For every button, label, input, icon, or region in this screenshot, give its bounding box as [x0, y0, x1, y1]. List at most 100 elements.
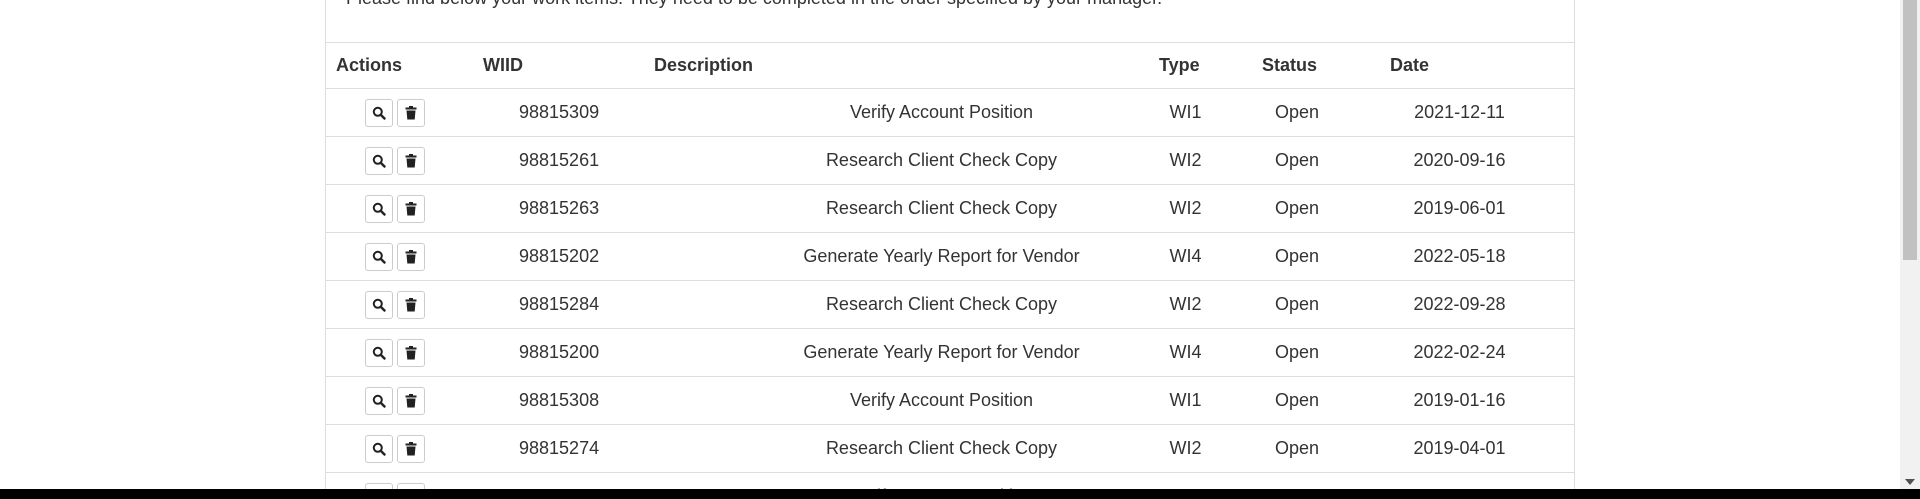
cell-type: WI4	[1159, 328, 1262, 377]
cell-wiid: 98815309	[483, 88, 654, 137]
search-icon	[372, 202, 386, 216]
cell-type: WI4	[1159, 232, 1262, 281]
row-actions	[326, 280, 483, 329]
cell-status: Open	[1262, 328, 1390, 377]
cell-wiid: 98815284	[483, 280, 654, 329]
search-icon	[372, 394, 386, 408]
cell-description: Research Client Check Copy	[654, 136, 1159, 185]
trash-icon	[405, 297, 417, 312]
cell-description: Verify Account Position	[654, 376, 1159, 425]
table-row: 98815263 Research Client Check Copy WI2 …	[326, 184, 1574, 233]
cell-date: 2022-09-28	[1390, 280, 1574, 329]
header-description: Description	[654, 42, 1159, 89]
cell-wiid: 98815202	[483, 232, 654, 281]
row-actions	[326, 232, 483, 281]
cell-status: Open	[1262, 376, 1390, 425]
delete-button[interactable]	[396, 194, 425, 223]
search-icon	[372, 250, 386, 264]
delete-button[interactable]	[396, 434, 425, 463]
delete-button[interactable]	[396, 386, 425, 415]
work-items-panel: Please find below your work items. They …	[325, 0, 1575, 499]
cell-type: WI2	[1159, 424, 1262, 473]
vertical-scrollbar[interactable]	[1900, 0, 1920, 489]
delete-button[interactable]	[396, 338, 425, 367]
view-button[interactable]	[364, 98, 393, 127]
trash-icon	[405, 105, 417, 120]
trash-icon	[405, 345, 417, 360]
header-date: Date	[1390, 42, 1574, 89]
cell-description: Generate Yearly Report for Vendor	[654, 328, 1159, 377]
cell-status: Open	[1262, 232, 1390, 281]
row-actions	[326, 424, 483, 473]
trash-icon	[405, 201, 417, 216]
row-actions	[326, 136, 483, 185]
trash-icon	[405, 153, 417, 168]
table-row: 98815202 Generate Yearly Report for Vend…	[326, 232, 1574, 281]
cell-date: 2022-05-18	[1390, 232, 1574, 281]
search-icon	[372, 298, 386, 312]
intro-text: Please find below your work items. They …	[346, 0, 1162, 9]
cell-status: Open	[1262, 88, 1390, 137]
scroll-down-arrow-icon[interactable]	[1905, 479, 1915, 485]
bottom-edge-bar	[0, 489, 1920, 499]
cell-date: 2019-06-01	[1390, 184, 1574, 233]
row-actions	[326, 184, 483, 233]
cell-description: Verify Account Position	[654, 88, 1159, 137]
view-button[interactable]	[364, 146, 393, 175]
header-actions: Actions	[326, 42, 483, 89]
view-button[interactable]	[364, 242, 393, 271]
cell-description: Research Client Check Copy	[654, 184, 1159, 233]
header-status: Status	[1262, 42, 1390, 89]
cell-status: Open	[1262, 424, 1390, 473]
cell-type: WI2	[1159, 136, 1262, 185]
cell-type: WI2	[1159, 280, 1262, 329]
cell-date: 2019-01-16	[1390, 376, 1574, 425]
cell-date: 2022-02-24	[1390, 328, 1574, 377]
scrollbar-thumb[interactable]	[1903, 0, 1917, 260]
viewport: Please find below your work items. They …	[0, 0, 1920, 499]
cell-type: WI1	[1159, 88, 1262, 137]
header-type: Type	[1159, 42, 1262, 89]
cell-date: 2021-12-11	[1390, 88, 1574, 137]
trash-icon	[405, 393, 417, 408]
cell-wiid: 98815200	[483, 328, 654, 377]
search-icon	[372, 442, 386, 456]
work-items-table: Actions WIID Description Type Status Dat…	[326, 42, 1574, 499]
cell-description: Research Client Check Copy	[654, 280, 1159, 329]
search-icon	[372, 106, 386, 120]
cell-date: 2019-04-01	[1390, 424, 1574, 473]
cell-status: Open	[1262, 184, 1390, 233]
view-button[interactable]	[364, 290, 393, 319]
row-actions	[326, 328, 483, 377]
trash-icon	[405, 249, 417, 264]
view-button[interactable]	[364, 386, 393, 415]
cell-wiid: 98815261	[483, 136, 654, 185]
trash-icon	[405, 441, 417, 456]
row-actions	[326, 376, 483, 425]
search-icon	[372, 346, 386, 360]
delete-button[interactable]	[396, 290, 425, 319]
cell-wiid: 98815308	[483, 376, 654, 425]
table-row: 98815200 Generate Yearly Report for Vend…	[326, 328, 1574, 377]
view-button[interactable]	[364, 434, 393, 463]
table-header-row: Actions WIID Description Type Status Dat…	[326, 42, 1574, 89]
delete-button[interactable]	[396, 146, 425, 175]
cell-type: WI2	[1159, 184, 1262, 233]
cell-date: 2020-09-16	[1390, 136, 1574, 185]
row-actions	[326, 88, 483, 137]
delete-button[interactable]	[396, 98, 425, 127]
header-wiid: WIID	[483, 42, 654, 89]
view-button[interactable]	[364, 338, 393, 367]
cell-type: WI1	[1159, 376, 1262, 425]
cell-wiid: 98815263	[483, 184, 654, 233]
search-icon	[372, 154, 386, 168]
table-row: 98815309 Verify Account Position WI1 Ope…	[326, 88, 1574, 137]
cell-status: Open	[1262, 136, 1390, 185]
table-row: 98815261 Research Client Check Copy WI2 …	[326, 136, 1574, 185]
table-row: 98815274 Research Client Check Copy WI2 …	[326, 424, 1574, 473]
view-button[interactable]	[364, 194, 393, 223]
table-row: 98815284 Research Client Check Copy WI2 …	[326, 280, 1574, 329]
table-row: 98815308 Verify Account Position WI1 Ope…	[326, 376, 1574, 425]
cell-description: Generate Yearly Report for Vendor	[654, 232, 1159, 281]
delete-button[interactable]	[396, 242, 425, 271]
